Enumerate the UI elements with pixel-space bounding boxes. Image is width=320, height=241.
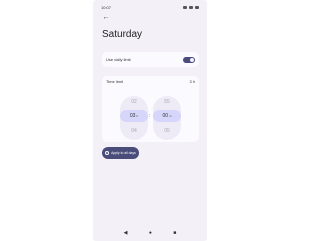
- hours-selected-value: 03: [129, 113, 136, 119]
- status-time: 10:07: [101, 4, 112, 10]
- hours-picker[interactable]: 02 03 h 04: [120, 96, 148, 140]
- toggle-knob: [190, 57, 194, 62]
- page-title: Saturday: [102, 29, 143, 40]
- minutes-next[interactable]: 05: [153, 128, 181, 134]
- wifi-icon: [183, 5, 187, 9]
- time-limit-value: 3 h: [189, 79, 195, 84]
- daily-limit-toggle[interactable]: [183, 56, 195, 63]
- minutes-unit: m: [169, 114, 172, 118]
- hours-next[interactable]: 04: [120, 128, 148, 134]
- navigation-bar: ◀ ● ■: [93, 227, 207, 239]
- nav-home-icon[interactable]: ●: [149, 230, 152, 236]
- hours-selected[interactable]: 03 h: [120, 110, 148, 122]
- time-separator: :: [149, 113, 151, 119]
- status-icons: [183, 5, 199, 9]
- status-bar: 10:07: [93, 0, 207, 14]
- minutes-prev[interactable]: 55: [153, 99, 181, 105]
- minutes-selected[interactable]: 00 m: [153, 110, 181, 122]
- time-limit-card: Time limit 3 h 02 03 h 04 : 55 00 m 05: [102, 76, 199, 142]
- time-limit-label: Time limit: [106, 79, 123, 84]
- phone-screen: 10:07 ← Saturday Use daily limit Time li…: [93, 0, 207, 241]
- copy-icon: [105, 151, 110, 155]
- apply-label: Apply to all days: [111, 151, 136, 155]
- back-arrow-icon[interactable]: ←: [102, 14, 110, 22]
- signal-icon: [189, 5, 193, 9]
- time-limit-header: Time limit 3 h: [106, 79, 195, 84]
- battery-icon: [195, 5, 199, 9]
- apply-to-all-days-button[interactable]: Apply to all days: [102, 147, 139, 159]
- hours-prev[interactable]: 02: [120, 99, 148, 105]
- minutes-picker[interactable]: 55 00 m 05: [153, 96, 181, 140]
- nav-back-icon[interactable]: ◀: [124, 230, 128, 236]
- daily-limit-row[interactable]: Use daily limit: [102, 52, 199, 67]
- daily-limit-label: Use daily limit: [106, 57, 131, 62]
- minutes-selected-value: 00: [162, 113, 169, 119]
- nav-recents-icon[interactable]: ■: [173, 230, 176, 236]
- hours-unit: h: [136, 114, 139, 118]
